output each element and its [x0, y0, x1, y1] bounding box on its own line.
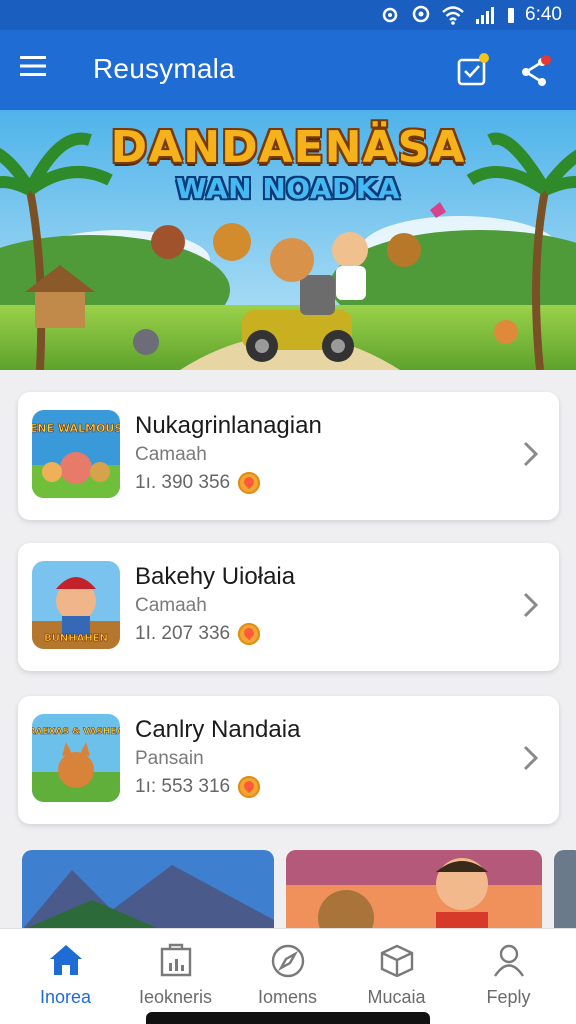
- menu-icon: [20, 56, 46, 76]
- share-icon: [522, 55, 551, 86]
- banner-title-line2: WAN NOADKA: [175, 172, 401, 205]
- inbox-button[interactable]: [456, 52, 492, 88]
- home-indicator: [146, 1012, 430, 1024]
- list-item[interactable]: BUNHAHEN Bakehy Uiołaia Camaah 1I. 207 3…: [18, 543, 559, 671]
- coin-icon: [238, 623, 261, 645]
- nav-label: Iomens: [257, 987, 318, 1007]
- card-meta: 1I. 207 336: [135, 623, 261, 645]
- coin-icon: [238, 776, 261, 798]
- app-bar: Reusymala: [0, 30, 576, 110]
- profile-icon: [494, 944, 524, 977]
- card-count: 1ı. 390 356: [135, 472, 231, 493]
- coin-icon: [238, 472, 261, 494]
- status-time: 6:40: [525, 4, 562, 25]
- card-title: Nukagrinlanagian: [135, 412, 322, 439]
- thumbnail-image: [22, 850, 274, 930]
- card-count: 1ı: 553 316: [135, 776, 231, 797]
- card-subtitle: Camaah: [135, 444, 207, 465]
- thumbnail-image: [286, 850, 542, 930]
- card-title: Bakehy Uiołaia: [135, 563, 296, 590]
- list-item[interactable]: ENE WALMOUS Nukagrinlanagian Camaah 1ı. …: [18, 392, 559, 520]
- nav-item-bag[interactable]: Ieokneris: [118, 929, 233, 1024]
- game-thumbnail: BUNHAHEN: [32, 561, 120, 649]
- chevron-right-icon: [523, 745, 539, 771]
- featured-thumbnail[interactable]: [286, 850, 542, 930]
- list-item[interactable]: RAEXAS & VASHEA Canlry Nandaia Pansain 1…: [18, 696, 559, 824]
- bag-icon: [160, 943, 192, 977]
- nav-item-profile[interactable]: Feply: [451, 929, 566, 1024]
- inbox-check-icon: [457, 53, 489, 86]
- nav-item-box[interactable]: Mucaia: [339, 929, 454, 1024]
- featured-thumbnails: [0, 850, 576, 930]
- share-button[interactable]: [518, 52, 556, 88]
- card-meta: 1ı. 390 356: [135, 472, 261, 494]
- compass-icon: [271, 944, 305, 978]
- status-icons: 6:40: [379, 4, 562, 26]
- home-icon: [50, 945, 82, 975]
- app-title: Reusymala: [93, 53, 235, 84]
- chevron-right-icon: [523, 441, 539, 467]
- card-subtitle: Pansain: [135, 748, 204, 769]
- card-subtitle: Camaah: [135, 595, 207, 616]
- location-icon: [412, 5, 430, 23]
- nav-label: Mucaia: [367, 987, 426, 1007]
- featured-thumbnail[interactable]: [554, 850, 576, 930]
- game-icon-text: RAEXAS & VASHEA: [32, 727, 120, 737]
- game-icon-text: BUNHAHEN: [44, 633, 108, 644]
- bottom-navigation: Inorea Ieokneris Iomens Mucaia Feply: [0, 928, 576, 1024]
- card-count: 1I. 207 336: [135, 623, 231, 644]
- game-thumbnail: RAEXAS & VASHEA: [32, 714, 120, 802]
- featured-thumbnail[interactable]: [22, 850, 274, 930]
- chevron-right-icon: [523, 592, 539, 618]
- nav-label: Inorea: [39, 987, 92, 1007]
- wifi-icon: [442, 6, 464, 25]
- gear-status-icon: [382, 7, 398, 23]
- game-thumbnail: ENE WALMOUS: [32, 410, 120, 498]
- signal-icon: [476, 7, 495, 24]
- nav-label: Feply: [486, 987, 531, 1007]
- card-meta: 1ı: 553 316: [135, 776, 261, 798]
- nav-item-home[interactable]: Inorea: [8, 929, 123, 1024]
- box-icon: [380, 944, 414, 977]
- game-icon-image: BUNHAHEN: [32, 561, 120, 649]
- game-icon-image: ENE WALMOUS: [32, 410, 120, 498]
- game-icon-text: ENE WALMOUS: [32, 422, 120, 435]
- status-bar: 6:40: [0, 0, 576, 30]
- battery-icon: [508, 8, 515, 23]
- card-title: Canlry Nandaia: [135, 716, 301, 743]
- promo-banner[interactable]: DANDAENÄSA WAN NOADKA: [0, 110, 576, 370]
- nav-item-compass[interactable]: Iomens: [230, 929, 345, 1024]
- nav-label: Ieokneris: [138, 987, 213, 1007]
- banner-title-line1: DANDAENÄSA: [110, 122, 466, 173]
- menu-button[interactable]: [20, 54, 60, 86]
- game-icon-image: RAEXAS & VASHEA: [32, 714, 120, 802]
